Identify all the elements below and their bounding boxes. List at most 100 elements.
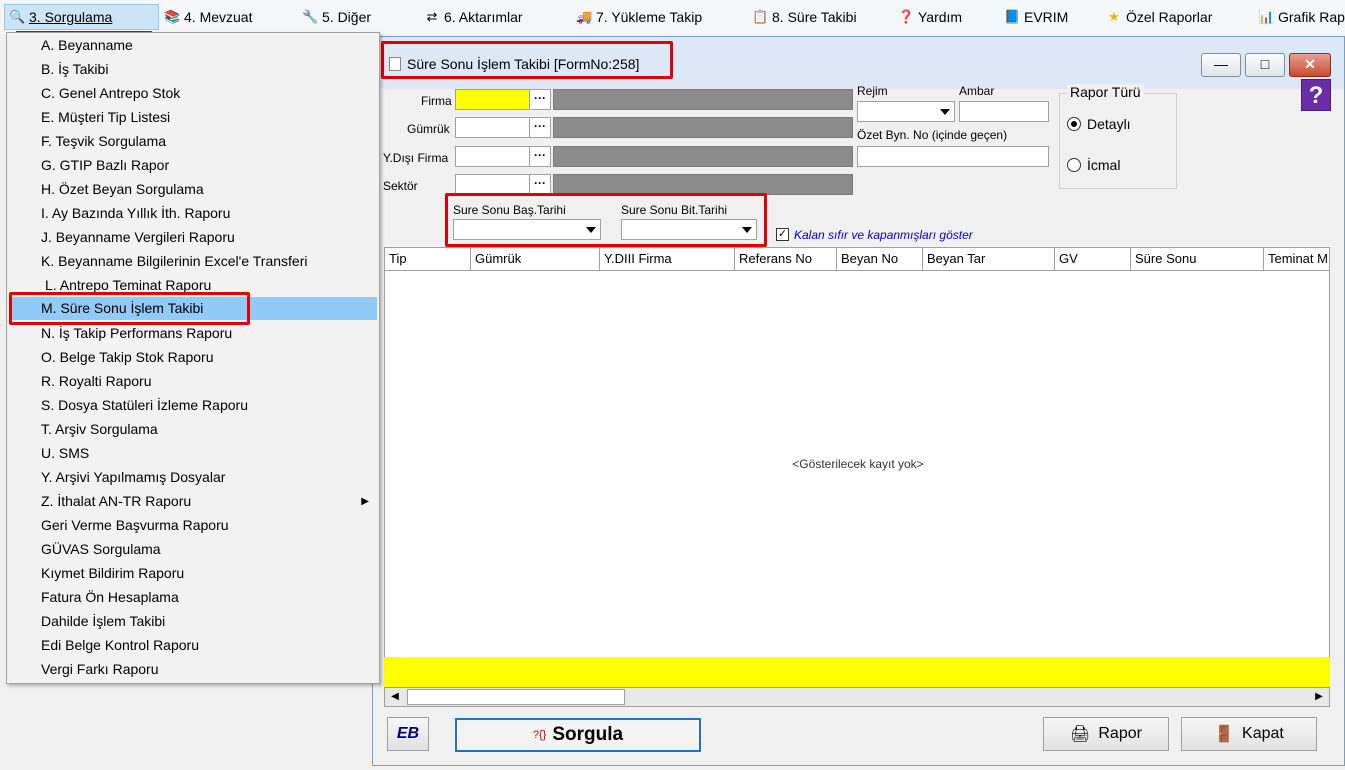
- menu-label: Yardım: [918, 9, 963, 25]
- rapor-button[interactable]: 🖨 Rapor: [1043, 717, 1169, 751]
- menu-item-sure-sonu-islem-takibi[interactable]: M. Süre Sonu İşlem Takibi: [9, 297, 377, 320]
- kalan-label: Kalan sıfır ve kapanmışları göster: [794, 228, 973, 242]
- menu-grafik-rap[interactable]: 📊 Grafik Rap: [1258, 4, 1345, 30]
- menu-bar: 🔍 3. Sorgulama 📚 4. Mevzuat 🔧 5. Diğer ⇄…: [0, 0, 1345, 34]
- gumruk-input[interactable]: [455, 117, 531, 138]
- help-icon: ❓: [898, 9, 915, 24]
- window-title: Süre Sonu İşlem Takibi [FormNo:258]: [407, 56, 640, 72]
- menu-evrim[interactable]: 📘 EVRIM: [1004, 4, 1068, 30]
- menu-ozel-raporlar[interactable]: ★ Özel Raporlar: [1106, 4, 1212, 30]
- rapor-turu-label: Rapor Türü: [1067, 84, 1144, 100]
- grid-header-beyan-tar[interactable]: Beyan Tar: [923, 248, 1055, 271]
- sektor-name-display: [553, 174, 853, 195]
- menu-mevzuat[interactable]: 📚 4. Mevzuat: [164, 4, 252, 30]
- menu-yukleme-takip[interactable]: 🚚 7. Yükleme Takip: [576, 4, 702, 30]
- menu-item-vergi-farki[interactable]: Vergi Farkı Raporu: [9, 658, 377, 681]
- truck-icon: 🚚: [576, 9, 593, 24]
- menu-item-royalti-raporu[interactable]: R. Royalti Raporu: [9, 370, 377, 393]
- help-icon[interactable]: ?: [1301, 79, 1331, 111]
- maximize-button[interactable]: □: [1245, 53, 1285, 77]
- firma-name-display: [553, 89, 853, 110]
- menu-item-is-takibi[interactable]: B. İş Takibi: [9, 58, 377, 81]
- rapor-turu-group: [1059, 93, 1177, 189]
- ydisi-firma-label: Y.Dışı Firma: [383, 151, 449, 165]
- menu-label: 3. Sorgulama: [29, 9, 113, 25]
- sektor-lookup-button[interactable]: ···: [529, 174, 551, 195]
- grid-header-beyan-no[interactable]: Beyan No: [837, 248, 923, 271]
- books-icon: 📚: [164, 9, 181, 24]
- menu-item-belge-takip-stok[interactable]: O. Belge Takip Stok Raporu: [9, 346, 377, 369]
- menu-item-dosya-statuleri[interactable]: S. Dosya Statüleri İzleme Raporu: [9, 394, 377, 417]
- scroll-thumb[interactable]: [407, 689, 625, 705]
- sektor-label: Sektör: [383, 179, 418, 193]
- minimize-button[interactable]: —: [1201, 53, 1241, 77]
- menu-sorgulama[interactable]: 🔍 3. Sorgulama: [4, 4, 159, 30]
- detayli-radio[interactable]: [1067, 117, 1081, 131]
- close-button[interactable]: ✕: [1289, 53, 1331, 77]
- menu-aktarimlar[interactable]: ⇄ 6. Aktarımlar: [424, 4, 523, 30]
- grid-header-gv[interactable]: GV: [1055, 248, 1131, 271]
- menu-item-is-takip-performans[interactable]: N. İş Takip Performans Raporu: [9, 322, 377, 345]
- menu-item-sms[interactable]: U. SMS: [9, 442, 377, 465]
- icmal-radio[interactable]: [1067, 158, 1081, 172]
- grid-header-ydisi-firma[interactable]: Y.DIII Firma: [600, 248, 735, 271]
- menu-label: 7. Yükleme Takip: [596, 9, 703, 25]
- eb-button[interactable]: EB: [387, 717, 429, 751]
- menu-item-gtip-bazli-rapor[interactable]: G. GTIP Bazlı Rapor: [9, 154, 377, 177]
- menu-item-beyanname-vergileri[interactable]: J. Beyanname Vergileri Raporu: [9, 226, 377, 249]
- menu-item-fatura-on-hesaplama[interactable]: Fatura Ön Hesaplama: [9, 586, 377, 609]
- grid-header-sure-sonu[interactable]: Süre Sonu: [1131, 248, 1264, 271]
- results-grid[interactable]: Tip Gümrük Y.DIII Firma Referans No Beya…: [384, 247, 1330, 687]
- horizontal-scrollbar[interactable]: ◀ ▶: [384, 687, 1330, 707]
- menu-item-edi-belge[interactable]: Edi Belge Kontrol Raporu: [9, 634, 377, 657]
- menu-sure-takibi[interactable]: 📋 8. Süre Takibi: [752, 4, 857, 30]
- rapor-label: Rapor: [1098, 725, 1142, 742]
- chevron-down-icon: [742, 227, 752, 233]
- sorgula-button[interactable]: ?{} Sorgula: [455, 718, 701, 752]
- menu-item-arsivi-yapilmamis[interactable]: Y. Arşivi Yapılmamış Dosyalar: [9, 466, 377, 489]
- ambar-input[interactable]: [959, 101, 1049, 122]
- menu-item-guvas[interactable]: GÜVAS Sorgulama: [9, 538, 377, 561]
- kapat-label: Kapat: [1242, 725, 1284, 742]
- menu-item-beyanname[interactable]: A. Beyanname: [9, 34, 377, 57]
- menu-item-genel-antrepo-stok[interactable]: C. Genel Antrepo Stok: [9, 82, 377, 105]
- ydisi-firma-input[interactable]: [455, 146, 531, 167]
- grid-header-tip[interactable]: Tip: [385, 248, 471, 271]
- menu-item-tesvik-sorgulama[interactable]: F. Teşvik Sorgulama: [9, 130, 377, 153]
- gumruk-label: Gümrük: [407, 122, 450, 136]
- ozet-byn-input[interactable]: [857, 146, 1049, 167]
- firma-input[interactable]: [455, 89, 531, 110]
- clipboard-icon: 📋: [752, 9, 769, 24]
- sektor-input[interactable]: [455, 174, 531, 195]
- bit-tarihi-select[interactable]: [621, 219, 757, 240]
- menu-item-ithalat-an-tr[interactable]: Z. İthalat AN-TR Raporu ▶: [9, 490, 377, 513]
- menu-item-ay-bazinda-yillik[interactable]: I. Ay Bazında Yıllık İth. Raporu: [9, 202, 377, 225]
- menu-item-kiymet-bildirim[interactable]: Kıymet Bildirim Raporu: [9, 562, 377, 585]
- scroll-left-button[interactable]: ◀: [385, 688, 405, 706]
- menu-yardim[interactable]: ❓ Yardım: [898, 4, 962, 30]
- title-bar[interactable]: Süre Sonu İşlem Takibi [FormNo:258] — □ …: [373, 37, 1344, 89]
- menu-item-ozet-beyan-sorgulama[interactable]: H. Özet Beyan Sorgulama: [9, 178, 377, 201]
- kapat-button[interactable]: 🚪 Kapat: [1181, 717, 1317, 751]
- menu-item-arsiv-sorgulama[interactable]: T. Arşiv Sorgulama: [9, 418, 377, 441]
- menu-item-label: Z. İthalat AN-TR Raporu: [41, 493, 192, 509]
- menu-item-antrepo-teminat[interactable]: L. Antrepo Teminat Raporu: [9, 274, 377, 297]
- sorgula-label: Sorgula: [552, 724, 624, 745]
- scroll-right-button[interactable]: ▶: [1309, 688, 1329, 706]
- kalan-checkbox[interactable]: ✓: [776, 228, 789, 241]
- rejim-select[interactable]: [857, 101, 955, 122]
- firma-lookup-button[interactable]: ···: [529, 89, 551, 110]
- menu-item-dahilde-islem[interactable]: Dahilde İşlem Takibi: [9, 610, 377, 633]
- bas-tarihi-select[interactable]: [453, 219, 601, 240]
- grid-header-gumruk[interactable]: Gümrük: [471, 248, 600, 271]
- grid-header-teminat[interactable]: Teminat M: [1264, 248, 1329, 271]
- grid-header-referans-no[interactable]: Referans No: [735, 248, 837, 271]
- menu-item-geri-verme[interactable]: Geri Verme Başvurma Raporu: [9, 514, 377, 537]
- menu-item-excel-transferi[interactable]: K. Beyanname Bilgilerinin Excel'e Transf…: [9, 250, 377, 273]
- menu-diger[interactable]: 🔧 5. Diğer: [302, 4, 371, 30]
- menu-item-musteri-tip-listesi[interactable]: E. Müşteri Tip Listesi: [9, 106, 377, 129]
- menu-label: 5. Diğer: [322, 9, 372, 25]
- gumruk-lookup-button[interactable]: ···: [529, 117, 551, 138]
- ydisi-firma-lookup-button[interactable]: ···: [529, 146, 551, 167]
- window-icon: [389, 57, 401, 71]
